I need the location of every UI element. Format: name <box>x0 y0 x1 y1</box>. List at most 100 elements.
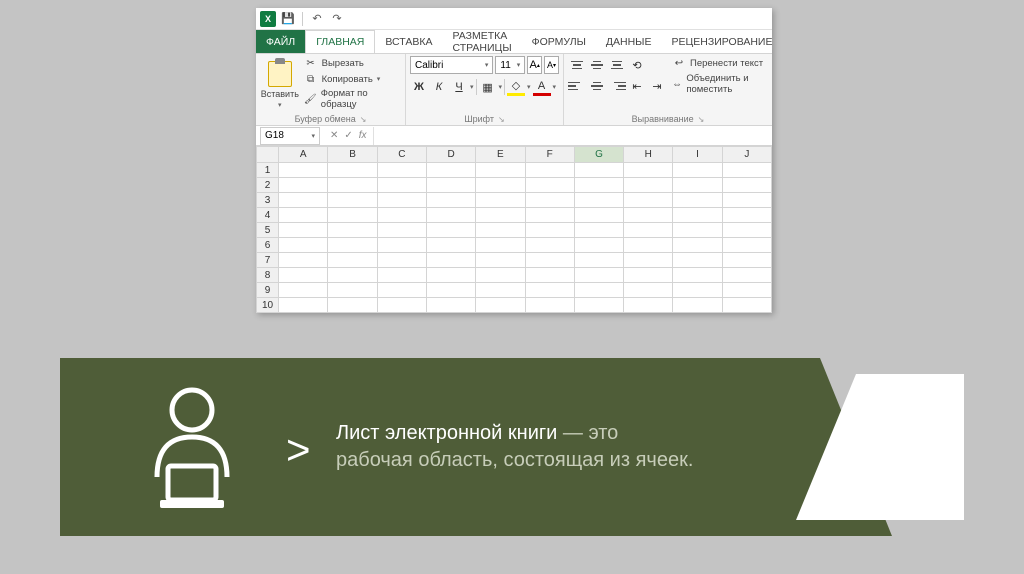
cell-D4[interactable] <box>426 208 475 223</box>
cell-A10[interactable] <box>279 298 328 313</box>
cell-H1[interactable] <box>624 163 673 178</box>
cell-D8[interactable] <box>426 268 475 283</box>
cell-J10[interactable] <box>722 298 771 313</box>
cell-A3[interactable] <box>279 193 328 208</box>
cell-I9[interactable] <box>673 283 722 298</box>
row-header-10[interactable]: 10 <box>257 298 279 313</box>
enter-icon[interactable]: ✓ <box>344 130 352 141</box>
cell-E2[interactable] <box>476 178 525 193</box>
cell-H2[interactable] <box>624 178 673 193</box>
save-icon[interactable]: 💾 <box>280 11 296 27</box>
cell-E3[interactable] <box>476 193 525 208</box>
cell-G4[interactable] <box>574 208 623 223</box>
fill-color-button[interactable]: ◇ <box>507 78 525 96</box>
cell-A2[interactable] <box>279 178 328 193</box>
cell-G6[interactable] <box>574 238 623 253</box>
cell-C6[interactable] <box>377 238 426 253</box>
align-right-button[interactable] <box>608 77 626 95</box>
cell-D1[interactable] <box>426 163 475 178</box>
spreadsheet-grid[interactable]: ABCDEFGHIJ 12345678910 <box>256 146 772 313</box>
fx-icon[interactable]: fx <box>359 130 367 141</box>
cell-F10[interactable] <box>525 298 574 313</box>
borders-button[interactable]: ▦ <box>479 78 497 96</box>
wrap-text-button[interactable]: ↩ Перенести текст <box>672 56 768 70</box>
cell-G8[interactable] <box>574 268 623 283</box>
italic-button[interactable]: К <box>430 78 448 96</box>
format-painter-button[interactable]: 🖌 Формат по образцу <box>304 88 401 110</box>
cell-H9[interactable] <box>624 283 673 298</box>
cell-D10[interactable] <box>426 298 475 313</box>
cell-J9[interactable] <box>722 283 771 298</box>
cell-B2[interactable] <box>328 178 377 193</box>
column-header-A[interactable]: A <box>279 147 328 163</box>
cell-I7[interactable] <box>673 253 722 268</box>
cell-G5[interactable] <box>574 223 623 238</box>
cell-A9[interactable] <box>279 283 328 298</box>
cell-H10[interactable] <box>624 298 673 313</box>
cell-E6[interactable] <box>476 238 525 253</box>
increase-font-button[interactable]: A▴ <box>527 56 542 74</box>
cell-I5[interactable] <box>673 223 722 238</box>
align-top-button[interactable] <box>568 56 586 74</box>
cell-B9[interactable] <box>328 283 377 298</box>
cell-H7[interactable] <box>624 253 673 268</box>
cell-H8[interactable] <box>624 268 673 283</box>
cell-E7[interactable] <box>476 253 525 268</box>
column-header-I[interactable]: I <box>673 147 722 163</box>
cell-E8[interactable] <box>476 268 525 283</box>
tab-review[interactable]: РЕЦЕНЗИРОВАНИЕ <box>662 30 783 53</box>
tab-file[interactable]: ФАЙЛ <box>256 30 305 53</box>
decrease-font-button[interactable]: A▾ <box>544 56 559 74</box>
cell-G10[interactable] <box>574 298 623 313</box>
cell-D9[interactable] <box>426 283 475 298</box>
row-header-1[interactable]: 1 <box>257 163 279 178</box>
cell-G3[interactable] <box>574 193 623 208</box>
cell-B1[interactable] <box>328 163 377 178</box>
column-header-H[interactable]: H <box>624 147 673 163</box>
tab-insert[interactable]: ВСТАВКА <box>375 30 442 53</box>
dialog-launcher-icon[interactable]: ↘ <box>498 115 505 124</box>
cell-H3[interactable] <box>624 193 673 208</box>
cell-D3[interactable] <box>426 193 475 208</box>
name-box[interactable]: G18 ▾ <box>260 127 320 145</box>
column-header-D[interactable]: D <box>426 147 475 163</box>
cell-B5[interactable] <box>328 223 377 238</box>
column-header-J[interactable]: J <box>722 147 771 163</box>
cell-G2[interactable] <box>574 178 623 193</box>
cell-I6[interactable] <box>673 238 722 253</box>
row-header-2[interactable]: 2 <box>257 178 279 193</box>
cell-A4[interactable] <box>279 208 328 223</box>
cell-J6[interactable] <box>722 238 771 253</box>
row-header-5[interactable]: 5 <box>257 223 279 238</box>
align-bottom-button[interactable] <box>608 56 626 74</box>
cell-C1[interactable] <box>377 163 426 178</box>
row-header-7[interactable]: 7 <box>257 253 279 268</box>
row-header-8[interactable]: 8 <box>257 268 279 283</box>
cell-D7[interactable] <box>426 253 475 268</box>
tab-data[interactable]: ДАННЫЕ <box>596 30 662 53</box>
cell-G7[interactable] <box>574 253 623 268</box>
cell-E4[interactable] <box>476 208 525 223</box>
font-color-button[interactable]: A <box>533 78 551 96</box>
cell-H5[interactable] <box>624 223 673 238</box>
cell-C3[interactable] <box>377 193 426 208</box>
cell-F3[interactable] <box>525 193 574 208</box>
decrease-indent-button[interactable]: ⇤ <box>628 77 646 95</box>
redo-icon[interactable]: ↷ <box>329 11 345 27</box>
cell-D6[interactable] <box>426 238 475 253</box>
cell-J2[interactable] <box>722 178 771 193</box>
column-header-C[interactable]: C <box>377 147 426 163</box>
column-header-E[interactable]: E <box>476 147 525 163</box>
cell-C9[interactable] <box>377 283 426 298</box>
column-header-F[interactable]: F <box>525 147 574 163</box>
increase-indent-button[interactable]: ⇥ <box>648 77 666 95</box>
cell-J4[interactable] <box>722 208 771 223</box>
cell-J5[interactable] <box>722 223 771 238</box>
cell-F1[interactable] <box>525 163 574 178</box>
copy-button[interactable]: ⧉ Копировать ▾ <box>304 72 401 86</box>
cell-E5[interactable] <box>476 223 525 238</box>
tab-formulas[interactable]: ФОРМУЛЫ <box>522 30 596 53</box>
bold-button[interactable]: Ж <box>410 78 428 96</box>
cell-A5[interactable] <box>279 223 328 238</box>
row-header-4[interactable]: 4 <box>257 208 279 223</box>
